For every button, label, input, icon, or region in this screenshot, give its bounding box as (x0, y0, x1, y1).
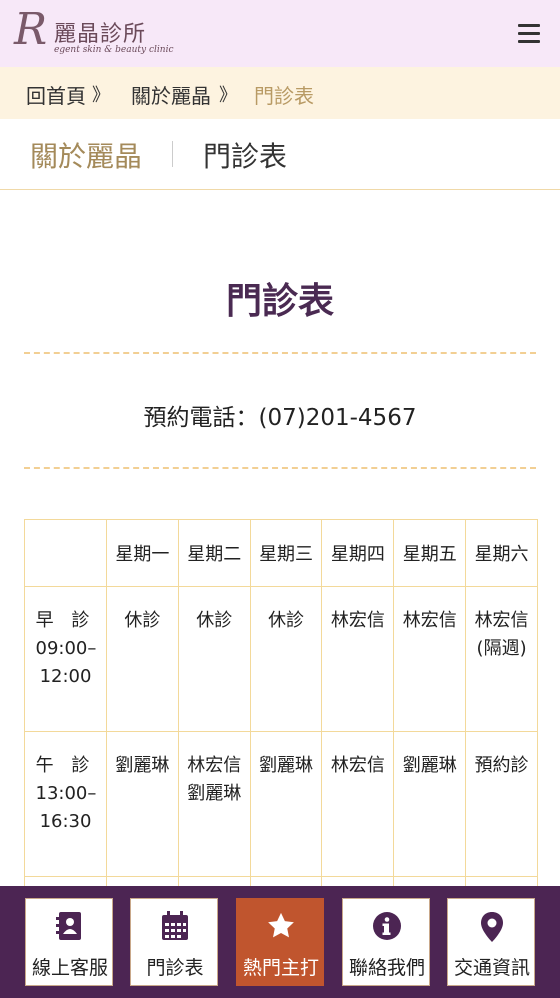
day-header: 星期五 (393, 519, 467, 587)
bottom-nav-button-contact-book[interactable]: 線上客服 (25, 898, 113, 986)
bottom-nav-label: 門診表 (146, 957, 204, 979)
section-nav-parent-link[interactable]: 關於麗晶 (30, 135, 142, 175)
bottom-nav-button-star[interactable]: 熱門主打 (236, 898, 324, 986)
doctor-cell: 劉麗琳 (249, 731, 323, 877)
breadcrumb-home-link[interactable]: 回首頁 (26, 80, 86, 109)
period-label: 早 診 (35, 610, 96, 631)
calendar-icon (131, 911, 219, 945)
section-nav: 關於麗晶 門診表 (0, 119, 560, 190)
booking-phone: 預約電話：(07)201-4567 (143, 405, 417, 431)
period-cell: 早 診 09:00–12:00 (24, 586, 107, 732)
bottom-nav-bar: 線上客服 門診表 熱門主打 聯絡我們 交通資訊 (0, 886, 560, 998)
doctor-cell: 林宏信 劉麗琳 (177, 731, 251, 877)
day-header: 星期二 (177, 519, 251, 587)
dashed-divider (24, 352, 536, 354)
schedule-row: 早 診 09:00–12:00 休診 休診 休診 林宏信 林宏信 林宏信 (隔週) (24, 586, 538, 732)
doctor-cell: 林宏信 (393, 586, 467, 732)
doctor-cell: 休診 (177, 586, 251, 732)
logo-letter: R (14, 4, 48, 55)
clinic-logo[interactable]: R 麗晶診所 egent skin & beauty clinic (14, 4, 184, 60)
contact-book-icon (26, 911, 114, 945)
bottom-nav-button-info[interactable]: 聯絡我們 (342, 898, 430, 986)
bottom-nav-label: 線上客服 (31, 957, 108, 979)
breadcrumb-current: 門診表 (254, 84, 314, 108)
table-corner-cell (24, 519, 107, 587)
doctor-cell: 劉麗琳 (106, 731, 179, 877)
period-time: 13:00–16:30 (35, 783, 97, 832)
bottom-nav-button-map-pin[interactable]: 交通資訊 (447, 898, 535, 986)
doctor-cell: 預約診 (465, 731, 538, 877)
day-header: 星期六 (465, 519, 538, 587)
doctor-cell: 林宏信 (321, 586, 395, 732)
logo-english-name: egent skin & beauty clinic (54, 45, 174, 55)
bottom-nav-button-calendar[interactable]: 門診表 (130, 898, 218, 986)
breadcrumb-about-link[interactable]: 關於麗晶 (131, 80, 211, 109)
breadcrumb: 回首頁 》 關於麗晶 》 門診表 (0, 67, 560, 119)
breadcrumb-separator: 》 (219, 85, 237, 106)
day-header: 星期四 (321, 519, 395, 587)
section-nav-divider (172, 141, 173, 167)
breadcrumb-separator: 》 (92, 85, 110, 106)
menu-icon[interactable] (518, 24, 540, 44)
doctor-cell: 休診 (249, 586, 323, 732)
site-header: R 麗晶診所 egent skin & beauty clinic (0, 0, 560, 67)
day-header: 星期一 (106, 519, 179, 587)
schedule-row: 午 診 13:00–16:30 劉麗琳 林宏信 劉麗琳 劉麗琳 林宏信 劉麗琳 預約診 (24, 731, 538, 877)
doctor-cell: 劉麗琳 (393, 731, 467, 877)
doctor-cell: 休診 (106, 586, 179, 732)
bottom-nav-label: 交通資訊 (453, 957, 530, 979)
bottom-nav-label: 聯絡我們 (348, 957, 425, 979)
period-label: 午 診 (35, 755, 96, 776)
info-icon (343, 911, 431, 945)
day-header: 星期三 (249, 519, 323, 587)
star-icon (237, 911, 325, 945)
logo-chinese-name: 麗晶診所 (54, 22, 147, 47)
dashed-divider (24, 467, 536, 469)
doctor-cell: 林宏信 (隔週) (465, 586, 538, 732)
table-header-row: 星期一 星期二 星期三 星期四 星期五 星期六 (24, 519, 538, 587)
page-title: 門診表 (225, 281, 334, 322)
map-pin-icon (448, 911, 536, 945)
section-nav-current: 門診表 (203, 140, 288, 173)
period-time: 09:00–12:00 (35, 638, 97, 687)
period-cell: 午 診 13:00–16:30 (24, 731, 107, 877)
bottom-nav-label: 熱門主打 (242, 957, 319, 979)
doctor-cell: 林宏信 (321, 731, 395, 877)
